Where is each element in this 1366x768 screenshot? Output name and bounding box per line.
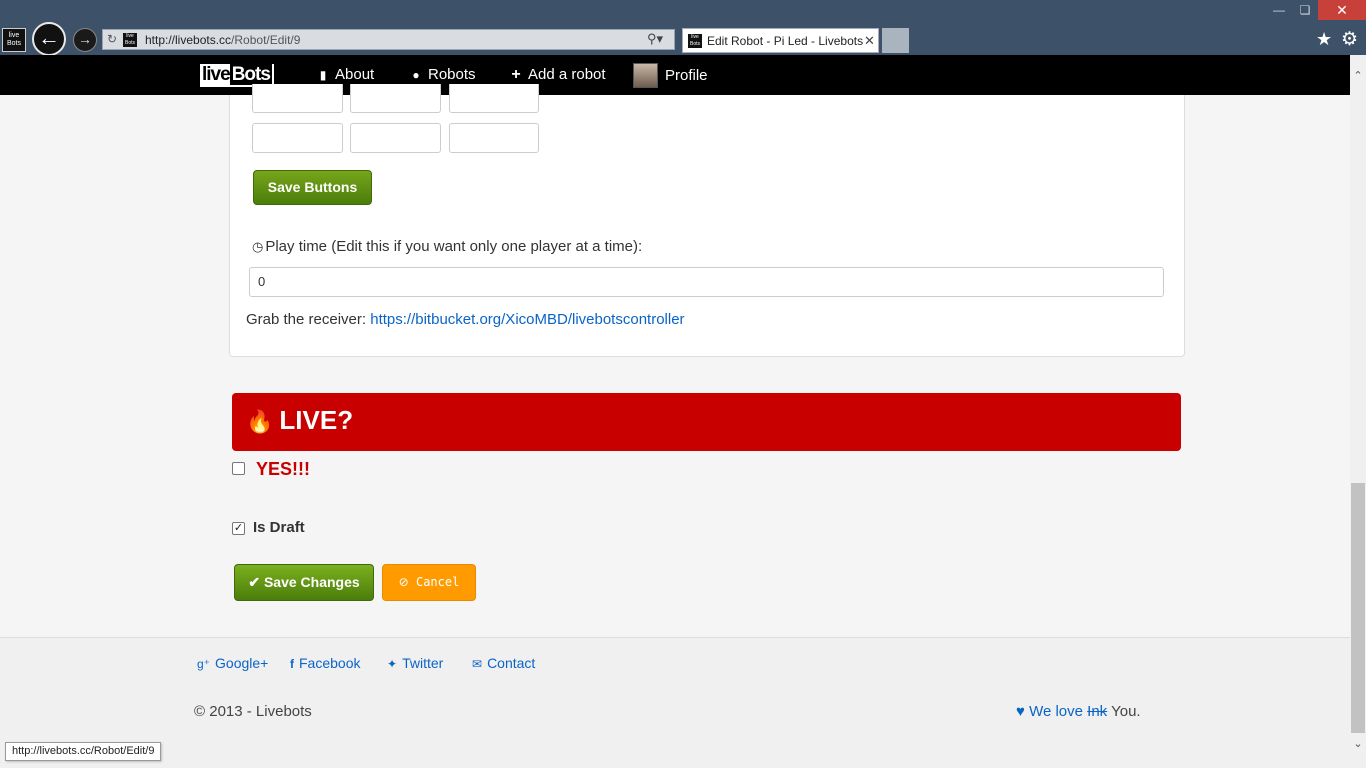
footer-link-google-plus[interactable]: g⁺ Google+	[197, 655, 268, 671]
copyright-text: 2013 - Livebots	[209, 703, 312, 720]
love-struck: Ink	[1087, 703, 1108, 720]
is-draft-label: Is Draft	[253, 519, 305, 536]
save-buttons-button[interactable]: Save Buttons	[253, 170, 372, 205]
brand-part1: live	[202, 64, 231, 85]
address-url[interactable]: http://livebots.cc/Robot/Edit/9	[145, 33, 300, 47]
browser-chrome: — ❏ ✕ live Bots ← → ↻ live Bots http://liv…	[0, 0, 1366, 56]
love-prefix: We love	[1029, 703, 1083, 720]
receiver-link[interactable]: https://bitbucket.org/XicoMBD/livebotsco…	[370, 311, 684, 328]
nav-robots[interactable]: ● Robots	[409, 66, 476, 83]
envelope-icon: ✉	[472, 657, 483, 671]
status-bar-url: http://livebots.cc/Robot/Edit/9	[5, 742, 162, 761]
gear-icon[interactable]: ⚙	[1341, 28, 1358, 51]
page-scrollbar[interactable]: ⌃ ⌄	[1350, 55, 1366, 768]
button-input[interactable]	[449, 84, 539, 113]
google-plus-icon: g⁺	[197, 657, 211, 671]
heart-icon: ♥	[1016, 703, 1025, 720]
forward-arrow-icon[interactable]: →	[73, 28, 97, 52]
copyright: © 2013 - Livebots	[194, 703, 312, 720]
scroll-up-icon[interactable]: ⌃	[1350, 69, 1366, 82]
browser-logo-icon: live Bots	[2, 28, 26, 52]
clock-icon: ◷	[252, 239, 264, 254]
nav-robots-label: Robots	[428, 66, 476, 83]
scroll-down-icon[interactable]: ⌄	[1350, 737, 1366, 750]
facebook-label: Facebook	[299, 655, 361, 671]
footer-link-facebook[interactable]: f Facebook	[290, 655, 360, 671]
footer-link-twitter[interactable]: ✦ Twitter	[387, 655, 443, 671]
avatar	[633, 63, 658, 88]
star-icon[interactable]: ★	[1316, 29, 1332, 50]
button-input[interactable]	[449, 123, 539, 153]
scroll-thumb[interactable]	[1351, 483, 1365, 733]
play-time-input[interactable]: 0	[249, 267, 1164, 297]
refresh-icon[interactable]: ↻	[107, 32, 117, 46]
site-navbar: live Bots ▮ About ● Robots + Add a robot Pro…	[0, 55, 1350, 95]
ban-icon: ⊘	[398, 575, 409, 589]
close-icon[interactable]: ✕	[864, 33, 875, 49]
live-banner: 🔥 LIVE?	[232, 393, 1181, 451]
maximize-button[interactable]: ❏	[1294, 0, 1316, 20]
check-icon: ✔	[248, 574, 261, 590]
url-host: http://livebots.cc	[145, 33, 232, 47]
grab-label: Grab the receiver:	[246, 311, 367, 328]
tab-title: Edit Robot - Pi Led - Livebots	[707, 34, 864, 48]
button-input[interactable]	[350, 123, 441, 153]
cancel-label: Cancel	[415, 575, 460, 589]
button-input[interactable]	[350, 84, 441, 113]
address-bar[interactable]: ↻ live Bots http://livebots.cc/Robot/Edit…	[102, 29, 675, 50]
site-favicon: live Bots	[123, 33, 137, 47]
fire-icon: 🔥	[246, 409, 274, 434]
globe-icon: ●	[412, 68, 420, 82]
love-tagline: ♥ We love Ink You.	[1016, 703, 1141, 720]
nav-about-label: About	[335, 66, 375, 83]
bookmark-icon: ▮	[319, 68, 327, 82]
tab-favicon: live Bots	[688, 34, 702, 48]
contact-label: Contact	[487, 655, 536, 671]
button-input[interactable]	[252, 123, 343, 153]
is-draft-checkbox[interactable]: ✓	[232, 522, 245, 535]
yes-checkbox[interactable]	[232, 462, 245, 475]
close-window-button[interactable]: ✕	[1318, 0, 1366, 20]
twitter-icon: ✦	[387, 657, 398, 671]
save-changes-label: Save Changes	[263, 574, 360, 590]
new-tab-button[interactable]	[882, 28, 909, 53]
facebook-icon: f	[290, 657, 294, 671]
brand-part2: Bots	[229, 64, 272, 85]
cancel-button[interactable]: ⊘ Cancel	[382, 564, 476, 601]
footer-link-contact[interactable]: ✉ Contact	[472, 655, 535, 671]
save-changes-button[interactable]: ✔ Save Changes	[234, 564, 374, 601]
play-time-label-text: Play time (Edit this if you want only on…	[265, 238, 643, 255]
url-path: /Robot/Edit/9	[231, 33, 301, 47]
love-suffix: You.	[1111, 703, 1141, 720]
nav-profile[interactable]: Profile	[633, 63, 708, 88]
google-plus-label: Google+	[215, 655, 269, 671]
plus-icon: +	[511, 66, 521, 83]
button-input[interactable]	[252, 84, 343, 113]
nav-add-label: Add a robot	[528, 66, 606, 83]
play-time-label: ◷ Play time (Edit this if you want only o…	[252, 238, 642, 255]
live-title: LIVE?	[279, 405, 354, 435]
site-footer: g⁺ Google+ f Facebook ✦ Twitter ✉ Contact © …	[0, 637, 1350, 768]
nav-about[interactable]: ▮ About	[316, 66, 375, 83]
search-icon[interactable]: ⚲▾	[647, 31, 663, 47]
grab-receiver-line: Grab the receiver: https://bitbucket.org…	[246, 311, 685, 328]
back-arrow-icon[interactable]: ←	[32, 22, 66, 56]
twitter-label: Twitter	[402, 655, 444, 671]
nav-add-robot[interactable]: + Add a robot	[509, 66, 606, 84]
yes-label: YES!!!	[256, 459, 310, 479]
minimize-button[interactable]: —	[1268, 0, 1290, 20]
nav-profile-label: Profile	[665, 67, 708, 84]
tab-edit-robot[interactable]: live Bots Edit Robot - Pi Led - Livebots …	[682, 28, 879, 53]
